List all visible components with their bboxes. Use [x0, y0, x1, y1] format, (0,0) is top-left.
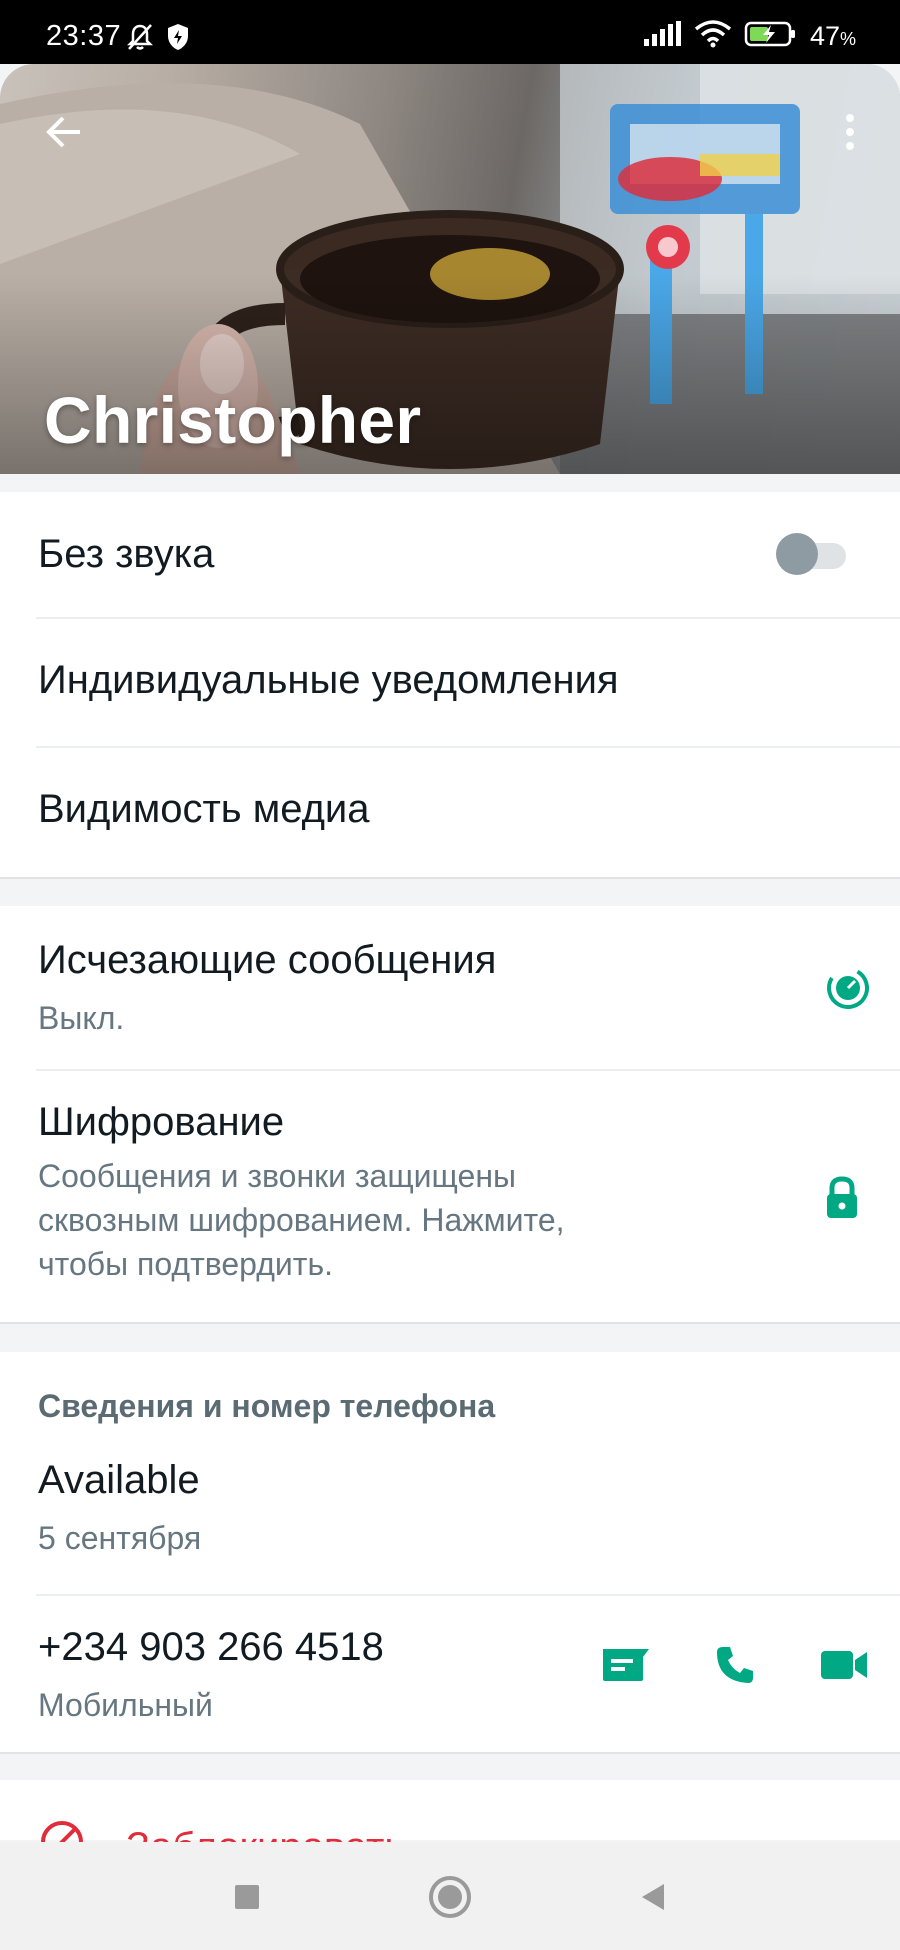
- square-icon: [235, 1885, 259, 1909]
- about-card: Сведения и номер телефона Available 5 се…: [0, 1352, 900, 1754]
- about-row[interactable]: Available 5 сентября: [0, 1432, 900, 1594]
- encryption-row[interactable]: Шифрование Сообщения и звонки защищены с…: [0, 1070, 900, 1322]
- home-button[interactable]: [425, 1872, 475, 1922]
- card-shadow: [0, 1322, 900, 1324]
- about-date: 5 сентября: [38, 1520, 202, 1556]
- status-bar: 23:37 47%: [0, 0, 900, 64]
- profile-photo-header[interactable]: Christopher: [0, 64, 900, 474]
- phone-type: Мобильный: [38, 1687, 213, 1723]
- voice-call-button[interactable]: [707, 1637, 763, 1693]
- system-navigation-bar: [0, 1842, 900, 1950]
- message-icon: [603, 1649, 649, 1681]
- status-time: 23:37: [46, 20, 122, 52]
- message-button[interactable]: [598, 1637, 654, 1693]
- arrow-left-icon: [46, 116, 80, 148]
- encryption-description-line-3: чтобы подтвердить.: [38, 1246, 333, 1282]
- encryption-description-line-2: сквозным шифрованием. Нажмите,: [38, 1202, 565, 1238]
- video-call-button[interactable]: [816, 1637, 872, 1693]
- mute-toggle[interactable]: [776, 533, 848, 575]
- disappearing-messages-row[interactable]: Исчезающие сообщения Выкл.: [0, 906, 900, 1069]
- battery-charging-icon: [744, 20, 798, 53]
- card-shadow: [0, 1752, 900, 1754]
- contact-name: Christopher: [44, 383, 422, 457]
- phone-row[interactable]: +234 903 266 4518 Мобильный: [0, 1595, 900, 1752]
- muted-bell-icon: [125, 22, 155, 57]
- media-visibility-row[interactable]: Видимость медиа: [0, 747, 900, 877]
- signal-icon: [642, 21, 682, 52]
- wifi-icon: [694, 20, 732, 53]
- phone-number: +234 903 266 4518: [38, 1625, 384, 1669]
- circle-icon: [429, 1876, 471, 1918]
- battery-percent: 47: [809, 21, 840, 51]
- custom-notifications-row[interactable]: Индивидуальные уведомления: [0, 618, 900, 746]
- card-shadow: [0, 877, 900, 879]
- mute-row[interactable]: Без звука: [0, 492, 900, 617]
- more-options-button[interactable]: [822, 104, 878, 160]
- video-camera-icon: [821, 1651, 867, 1679]
- timer-icon: [820, 960, 876, 1016]
- more-vert-icon: [846, 114, 854, 150]
- recents-button[interactable]: [222, 1872, 272, 1922]
- back-button[interactable]: [36, 104, 92, 160]
- disappearing-messages-status: Выкл.: [38, 1000, 125, 1036]
- lock-icon: [814, 1170, 870, 1226]
- about-section-title: Сведения и номер телефона: [38, 1388, 496, 1424]
- toggle-thumb: [776, 533, 818, 575]
- mute-label: Без звука: [38, 532, 215, 576]
- encryption-description-line-1: Сообщения и звонки защищены: [38, 1158, 516, 1194]
- encryption-title: Шифрование: [38, 1100, 285, 1144]
- triangle-back-icon: [642, 1884, 664, 1910]
- back-nav-button[interactable]: [628, 1872, 678, 1922]
- phone-icon: [717, 1647, 753, 1683]
- media-visibility-label: Видимость медиа: [38, 787, 370, 831]
- battery-unit: %: [839, 29, 856, 49]
- disappearing-messages-title: Исчезающие сообщения: [38, 938, 497, 982]
- custom-notifications-label: Индивидуальные уведомления: [38, 658, 619, 702]
- about-text: Available: [38, 1458, 200, 1502]
- shield-icon: [165, 22, 191, 57]
- battery-text: 47%: [810, 21, 856, 52]
- privacy-card: Исчезающие сообщения Выкл. Шифрование Со…: [0, 906, 900, 1324]
- notifications-card: Без звука Индивидуальные уведомления Вид…: [0, 492, 900, 879]
